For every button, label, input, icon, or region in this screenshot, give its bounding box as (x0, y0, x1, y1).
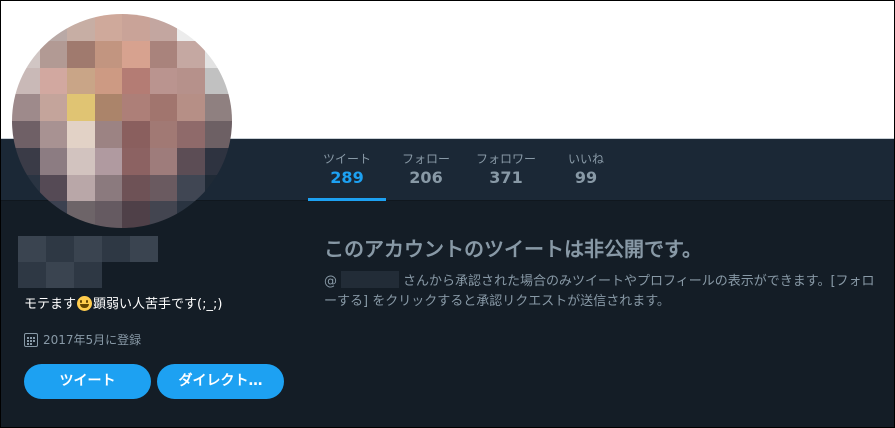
redacted-username (341, 271, 399, 288)
profile-bio: モテます 顕弱い人苦手です(;_;) (24, 296, 222, 314)
stat-followers-label: フォロワー (475, 152, 536, 166)
stat-tweets-count: 289 (330, 168, 364, 187)
stat-likes-label: いいね (567, 152, 604, 166)
protected-at-sign: @ (324, 274, 337, 289)
stat-following[interactable]: フォロー 206 (386, 139, 466, 201)
stat-tweets-label: ツイート (322, 152, 371, 166)
protected-account-title: このアカウントのツイートは非公開です。 (324, 237, 702, 261)
bio-text-start: モテます (24, 297, 77, 312)
bio-text-end: 顕弱い人苦手です(;_;) (93, 297, 223, 312)
tweet-to-button[interactable]: ツイート (24, 364, 151, 399)
join-date: 2017年5月に登録 (24, 331, 141, 348)
stat-likes[interactable]: いいね 99 (546, 139, 626, 201)
profile-stats: ツイート 289 フォロー 206 フォロワー 371 いいね 99 (308, 139, 626, 201)
stat-followers-count: 371 (489, 168, 523, 187)
grinning-emoji-icon (77, 296, 93, 311)
calendar-icon (24, 332, 38, 347)
protected-account-message: @ さんから承認された場合のみツイートやプロフィールの表示ができます。[フォローす… (324, 271, 879, 312)
protected-message-text: さんから承認された場合のみツイートやプロフィールの表示ができます。[フォローする… (324, 274, 875, 309)
stat-following-label: フォロー (401, 152, 450, 166)
stat-likes-count: 99 (574, 168, 598, 187)
join-date-text: 2017年5月に登録 (43, 333, 142, 347)
stat-followers[interactable]: フォロワー 371 (466, 139, 546, 201)
stat-following-count: 206 (409, 168, 443, 187)
avatar[interactable] (12, 14, 232, 228)
direct-message-button[interactable]: ダイレクト… (157, 364, 284, 399)
redacted-display-name (18, 236, 158, 288)
stat-tweets[interactable]: ツイート 289 (308, 139, 386, 201)
